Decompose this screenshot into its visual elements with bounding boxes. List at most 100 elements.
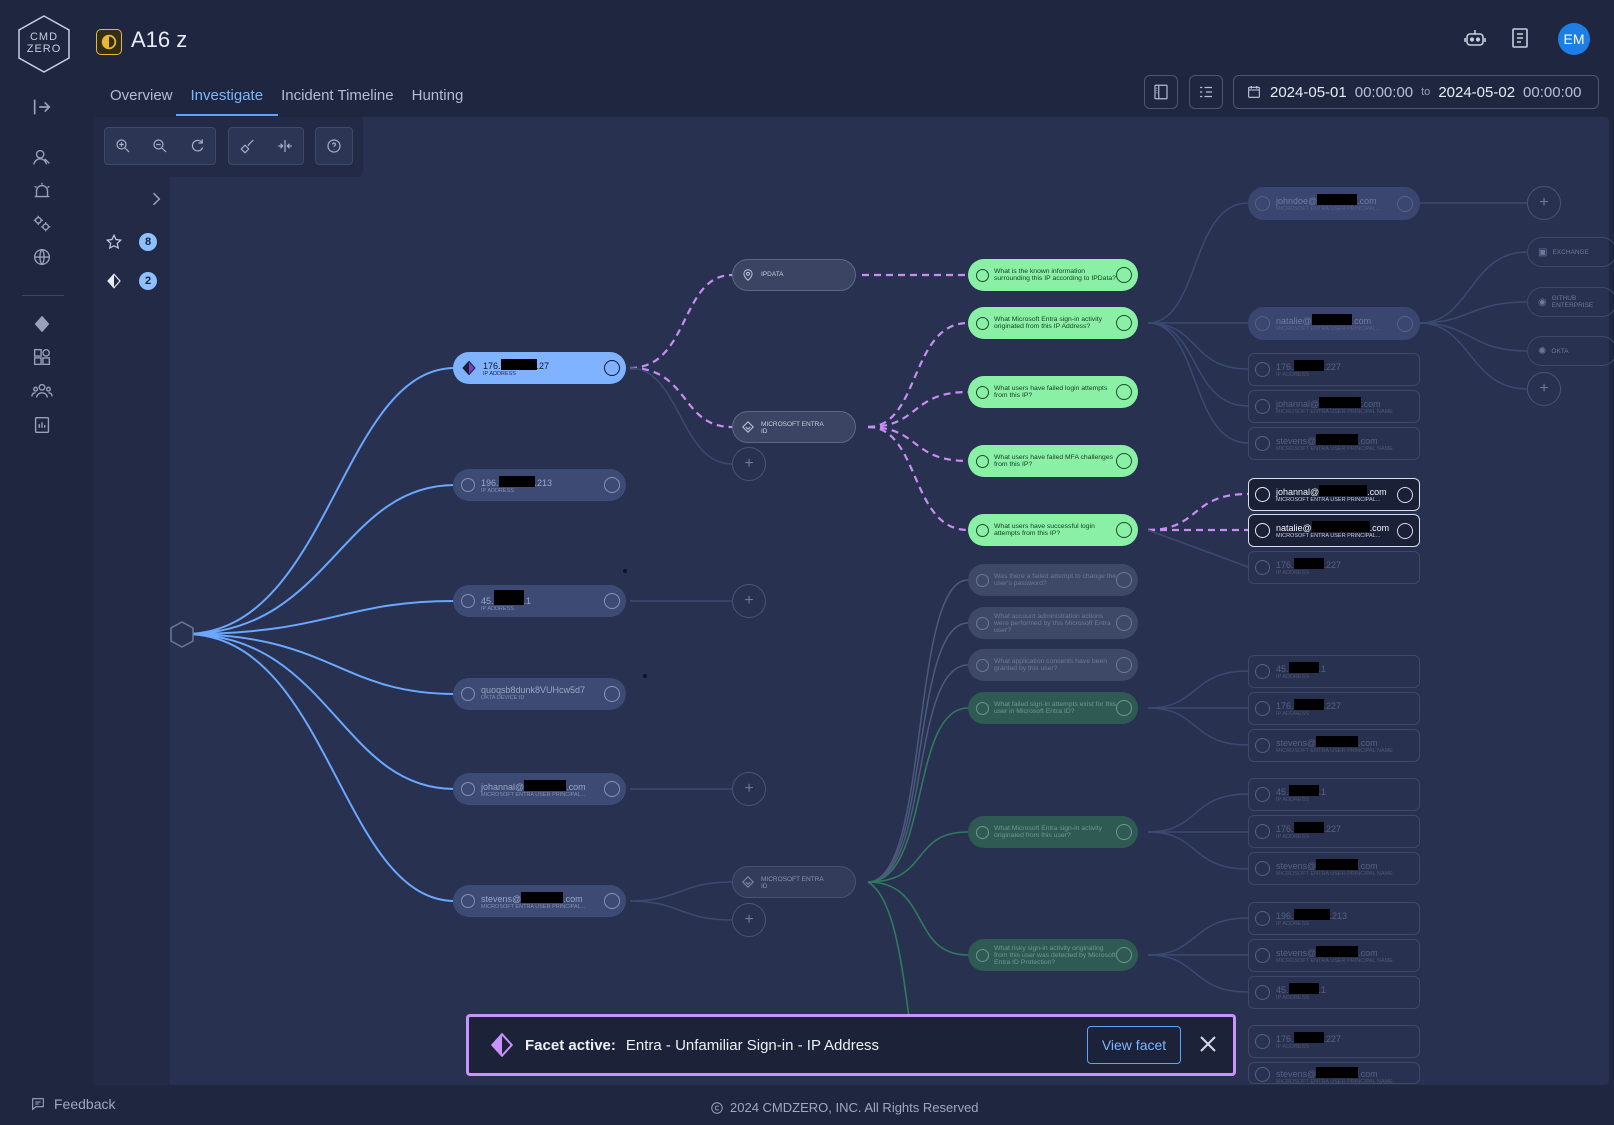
result-node-highlighted[interactable]: johannal@ .com MICROSOFT ENTRA USER PRINCI… [1248, 478, 1420, 511]
view-facet-button[interactable]: View facet [1087, 1026, 1181, 1064]
result-node[interactable]: stevens@ .com MICROSOFT ENTRA USER PRINCIP… [1248, 939, 1420, 972]
entity-node[interactable]: 45. .1 IP ADDRESS [453, 585, 626, 617]
result-node[interactable]: 176. .227 IP ADDRESS [1248, 1025, 1420, 1058]
more-options-icon[interactable] [604, 360, 620, 376]
zoom-out-button[interactable] [142, 128, 179, 164]
more-options-icon[interactable] [1116, 657, 1132, 673]
more-options-icon[interactable] [1397, 523, 1413, 539]
question-node[interactable]: What users have failed login attempts fr… [968, 376, 1138, 408]
more-options-icon[interactable] [1397, 316, 1413, 332]
zoom-in-button[interactable] [105, 128, 142, 164]
copyright-icon [711, 1101, 723, 1114]
add-node-button[interactable]: + [732, 772, 766, 806]
result-node-highlighted[interactable]: natalie@ .com MICROSOFT ENTRA USER PRINCIP… [1248, 514, 1420, 547]
source-node-entra[interactable]: MICROSOFT ENTRA ID [732, 866, 856, 898]
result-node[interactable]: johndoe@ .com MICROSOFT ENTRA USER PRINCIP… [1248, 187, 1420, 220]
more-options-icon[interactable] [1116, 572, 1132, 588]
question-node[interactable]: What is the known information surroundin… [968, 259, 1138, 291]
result-text: stevens@ [1276, 738, 1317, 749]
more-options-icon[interactable] [604, 893, 620, 909]
star-icon [105, 233, 123, 250]
result-node[interactable]: stevens@ .com MICROSOFT ENTRA USER PRINCIP… [1248, 729, 1420, 762]
entra-icon [742, 421, 754, 433]
star-icon [1255, 1034, 1270, 1049]
marker-dot [643, 674, 647, 678]
question-node[interactable]: What Microsoft Entra sign-in activity or… [968, 307, 1138, 339]
more-options-icon[interactable] [604, 593, 620, 609]
entity-node[interactable]: stevens@ .com MICROSOFT ENTRA USER PRINCIP… [453, 885, 626, 917]
app-node-exchange[interactable]: ▣ EXCHANGE [1527, 237, 1614, 267]
question-node[interactable]: What account administration actions were… [968, 607, 1138, 639]
add-node-button[interactable]: + [732, 447, 766, 481]
add-node-button[interactable]: + [1527, 372, 1561, 406]
question-node[interactable]: Was there a failed attempt to change the… [968, 564, 1138, 596]
entity-node-selected[interactable]: 176. .27 IP ADDRESS [453, 352, 626, 384]
more-options-icon[interactable] [1116, 615, 1132, 631]
facet-diamond-icon [462, 360, 476, 376]
app-node-okta[interactable]: ✺ OKTA [1527, 336, 1614, 366]
chevron-right-icon[interactable] [146, 189, 166, 214]
result-node[interactable]: natalie@ .com MICROSOFT ENTRA USER PRINCIP… [1248, 307, 1420, 340]
clean-button[interactable] [229, 128, 266, 164]
more-options-icon[interactable] [1116, 384, 1132, 400]
result-node[interactable]: 176. .227 IP ADDRESS [1248, 353, 1420, 386]
zoom-out-icon [153, 139, 167, 153]
result-node[interactable]: johannal@ .com MICROSOFT ENTRA USER PRINCI… [1248, 390, 1420, 423]
more-options-icon[interactable] [1397, 487, 1413, 503]
result-node[interactable]: 176. .227 IP ADDRESS [1248, 551, 1420, 584]
more-options-icon[interactable] [1116, 700, 1132, 716]
more-options-icon[interactable] [1397, 196, 1413, 212]
more-options-icon[interactable] [1116, 522, 1132, 538]
source-label: MICROSOFT ENTRA ID [761, 420, 824, 435]
result-type: IP ADDRESS [1276, 1044, 1309, 1051]
result-text: johannal@ [1276, 487, 1320, 498]
entity-node[interactable]: quoqsb8dunk8VUHcw5d7 OKTA DEVICE ID [453, 678, 626, 710]
result-type: MICROSOFT ENTRA USER PRINCIPAL... [1276, 326, 1381, 333]
question-node[interactable]: What users have successful login attempt… [968, 514, 1138, 546]
more-options-icon[interactable] [1116, 315, 1132, 331]
question-node[interactable]: What Microsoft Entra sign-in activity or… [968, 816, 1138, 848]
add-node-button[interactable]: + [1527, 186, 1561, 220]
close-icon[interactable] [1196, 1032, 1220, 1056]
source-node-entra[interactable]: MICROSOFT ENTRA ID [732, 411, 856, 443]
help-button[interactable] [316, 128, 352, 164]
starred-row[interactable]: 8 [105, 233, 157, 251]
result-text-suffix: .com [1358, 738, 1378, 749]
more-options-icon[interactable] [1116, 453, 1132, 469]
source-node-ipdata[interactable]: IPDATA [732, 259, 856, 291]
result-node[interactable]: stevens@ .com MICROSOFT ENTRA USER PRINCIP… [1248, 852, 1420, 885]
entity-node[interactable]: 196. .213 IP ADDRESS [453, 469, 626, 501]
more-options-icon[interactable] [1116, 267, 1132, 283]
app-label: EXCHANGE [1552, 248, 1589, 256]
root-node[interactable] [170, 621, 194, 648]
result-node[interactable]: 45. .1 IP ADDRESS [1248, 778, 1420, 811]
result-node[interactable]: 176. .227 IP ADDRESS [1248, 692, 1420, 725]
result-node[interactable]: stevens@ .com MICROSOFT ENTRA USER PRINCIP… [1248, 1062, 1420, 1084]
check-icon [976, 616, 989, 630]
add-node-button[interactable]: + [732, 903, 766, 937]
result-node[interactable]: 176. .227 IP ADDRESS [1248, 815, 1420, 848]
more-options-icon[interactable] [1116, 824, 1132, 840]
more-options-icon[interactable] [604, 781, 620, 797]
question-node[interactable]: What risky sign-in activity originating … [968, 939, 1138, 971]
result-text-suffix: .com [1361, 399, 1381, 410]
result-text: 45. [1276, 985, 1289, 996]
more-options-icon[interactable] [604, 686, 620, 702]
question-node[interactable]: What application consents have been gran… [968, 649, 1138, 681]
refresh-button[interactable] [178, 128, 215, 164]
star-icon [1255, 911, 1270, 926]
result-node[interactable]: stevens@ .com MICROSOFT ENTRA USER PRINCIP… [1248, 427, 1420, 460]
question-node[interactable]: What failed sign-in attempts exist for t… [968, 692, 1138, 724]
entity-node[interactable]: johannal@ .com MICROSOFT ENTRA USER PRINCI… [453, 773, 626, 805]
add-node-button[interactable]: + [732, 584, 766, 618]
result-node[interactable]: 196. .213 IP ADDRESS [1248, 902, 1420, 935]
result-node[interactable]: 45. .1 IP ADDRESS [1248, 976, 1420, 1009]
split-button[interactable] [266, 128, 303, 164]
question-node[interactable]: What users have failed MFA challenges fr… [968, 445, 1138, 477]
star-icon [1255, 948, 1270, 963]
result-node[interactable]: 45. .1 IP ADDRESS [1248, 655, 1420, 688]
more-options-icon[interactable] [604, 477, 620, 493]
app-node-github[interactable]: ◉ GITHUB ENTERPRISE [1527, 287, 1614, 317]
facets-row[interactable]: 2 [105, 272, 157, 290]
more-options-icon[interactable] [1116, 947, 1132, 963]
